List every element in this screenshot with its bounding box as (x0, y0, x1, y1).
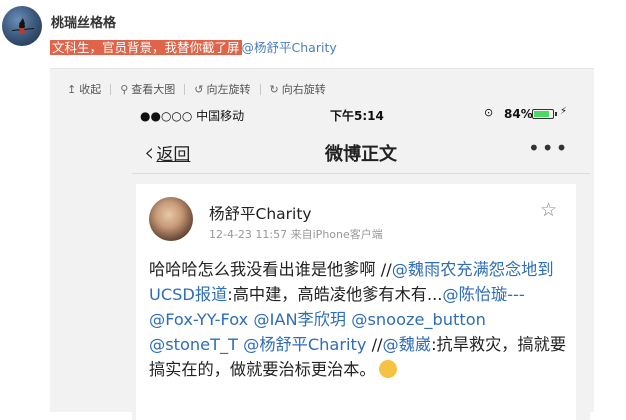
body-text: 哈哈哈怎么我没看出谁是他爹啊 // (149, 260, 392, 279)
collapse-label: 收起 (79, 83, 102, 96)
post-username[interactable]: 桃瑞丝格格 (51, 12, 116, 31)
weibo-card: 杨舒平Charity 12-4-23 11:57 来自iPhone客户端 ☆ 哈… (136, 184, 576, 420)
post-highlight-text: 文科生，官员背景，我替你截了屏 (50, 40, 242, 55)
mention-link[interactable]: @杨舒平Charity (243, 335, 366, 354)
collapse-icon: ↥ (67, 82, 77, 96)
rotate-left-button[interactable]: ↺ 向左旋转 (194, 81, 250, 97)
mention-link[interactable]: @snooze_button (351, 310, 486, 329)
user-avatar[interactable] (2, 6, 42, 46)
post-mention-link[interactable]: @杨舒平Charity (242, 40, 337, 55)
battery-tip (555, 112, 557, 116)
witch-silhouette-icon (12, 18, 34, 33)
status-bar: ●●○○○ 中国移动 下午5:14 ⊙ 84% ⚡ (132, 100, 590, 126)
mention-link[interactable]: @stoneT_T (149, 335, 238, 354)
carrier-label: ●●○○○ 中国移动 (140, 109, 245, 123)
mention-link[interactable]: @陈怡璇--- (442, 285, 524, 304)
post-meta: 12-4-23 11:57 来自iPhone客户端 (209, 228, 383, 241)
charging-icon: ⚡ (560, 106, 568, 117)
view-large-button[interactable]: ⚲ 查看大图 (120, 81, 175, 97)
nav-bar: ‹ 返回 微博正文 ••• (132, 126, 590, 174)
post-text: 文科生，官员背景，我替你截了屏 @杨舒平Charity (50, 39, 337, 57)
mention-link[interactable]: @Fox-YY-Fox (149, 310, 248, 329)
more-options-icon[interactable]: ••• (528, 136, 569, 160)
rotate-left-label: 向左旋转 (206, 83, 251, 96)
rotate-right-icon: ↻ (269, 82, 279, 96)
toolbar-divider (259, 83, 261, 95)
rotate-right-button[interactable]: ↻ 向右旋转 (270, 81, 326, 97)
post-body: 哈哈哈怎么我没看出谁是他爹啊 //@魏雨农充满怨念地到UCSD报道:高中建，高皓… (149, 257, 569, 382)
rotate-right-label: 向右旋转 (281, 83, 326, 96)
view-large-label: 查看大图 (131, 83, 176, 96)
toolbar-divider (184, 83, 186, 95)
collapse-button[interactable]: ↥ 收起 (67, 81, 101, 97)
mention-link[interactable]: @魏崴 (383, 335, 432, 354)
rotate-left-icon: ↺ (194, 82, 204, 96)
emoji-icon (378, 360, 397, 378)
toolbar-divider (110, 83, 112, 95)
battery-fill (534, 111, 549, 117)
phone-screenshot[interactable]: ●●○○○ 中国移动 下午5:14 ⊙ 84% ⚡ ‹ 返回 微博正文 ••• … (132, 100, 590, 420)
body-text: :高中建，高皓凌他爹有木有... (227, 285, 443, 304)
page-title: 微博正文 (325, 144, 397, 165)
image-toolbar: ↥ 收起 ⚲ 查看大图 ↺ 向左旋转 ↻ 向右旋转 (67, 81, 326, 97)
body-text: // (366, 335, 383, 354)
status-time: 下午5:14 (330, 109, 384, 123)
author-avatar[interactable] (149, 197, 193, 241)
battery-percent: 84% (504, 107, 533, 121)
favorite-star-icon[interactable]: ☆ (540, 199, 557, 221)
rotation-lock-icon: ⊙ (484, 106, 494, 119)
battery-icon (532, 109, 554, 119)
mention-link[interactable]: @IAN李欣玥 (253, 310, 346, 329)
author-name[interactable]: 杨舒平Charity (209, 202, 312, 224)
magnifier-icon: ⚲ (120, 82, 129, 96)
